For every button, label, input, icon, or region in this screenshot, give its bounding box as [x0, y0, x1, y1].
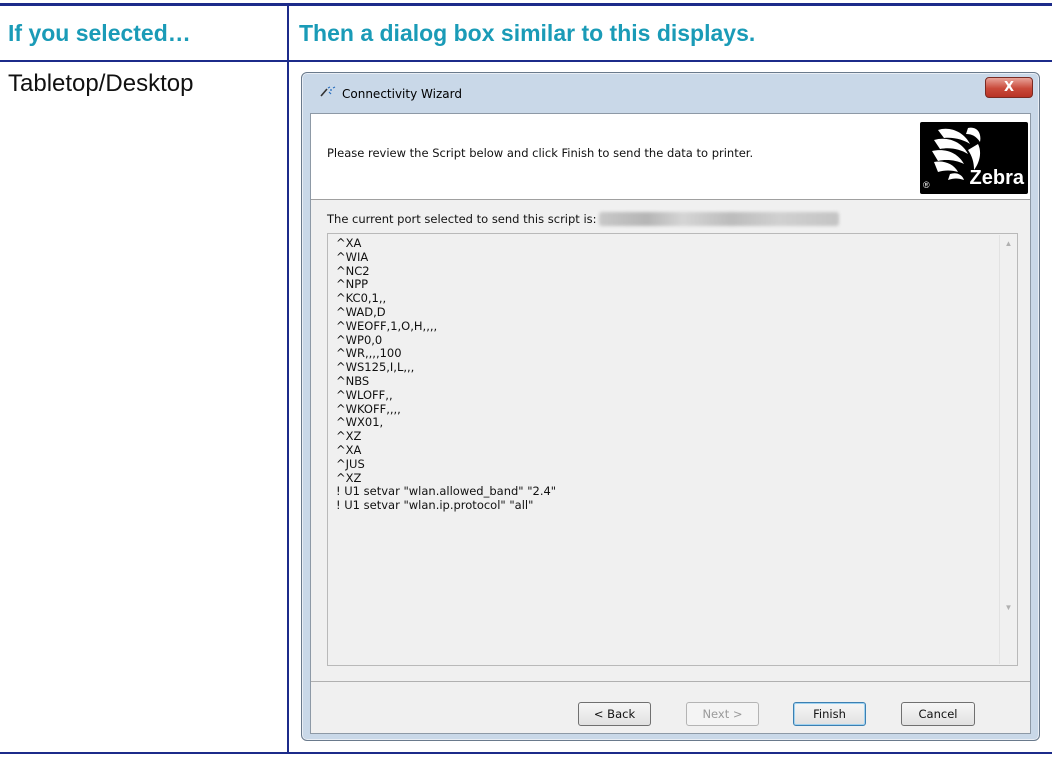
script-line: ^KC0,1,,	[336, 291, 387, 306]
finish-button[interactable]: Finish	[793, 702, 866, 726]
table-header-rule	[0, 60, 1052, 62]
close-button[interactable]: X	[985, 77, 1033, 98]
wizard-banner: Please review the Script below and click…	[311, 114, 1030, 200]
script-line: ^WLOFF,,	[336, 387, 393, 402]
script-line: ^WX01,	[336, 415, 384, 430]
document-table: If you selected… Then a dialog box simil…	[0, 0, 1052, 757]
script-line: ^WKOFF,,,,	[336, 401, 401, 416]
next-button[interactable]: Next >	[686, 702, 759, 726]
cancel-button[interactable]: Cancel	[901, 702, 975, 726]
script-lines: ^XA ^WIA ^NC2 ^NPP ^KC0,1,, ^WAD,D ^WEOFF,1,O,…	[336, 236, 557, 513]
window-title: Connectivity Wizard	[342, 87, 462, 101]
script-line: ! U1 setvar "wlan.allowed_band" "2.4"	[336, 484, 557, 499]
script-line: ^WAD,D	[336, 304, 386, 319]
registered-mark: ®	[923, 180, 930, 190]
script-text-area[interactable]: ^XA ^WIA ^NC2 ^NPP ^KC0,1,, ^WAD,D ^WEOFF,1,O,…	[327, 233, 1018, 666]
scroll-down-arrow-icon[interactable]: ▼	[1000, 603, 1017, 612]
script-line: ^WEOFF,1,O,H,,,,	[336, 318, 438, 333]
script-line: ^XZ	[336, 470, 362, 485]
script-scrollbar[interactable]: ▲ ▼	[999, 235, 1016, 664]
port-value-redacted	[599, 212, 839, 226]
script-line: ^WIA	[336, 249, 369, 264]
table-top-rule	[0, 3, 1052, 6]
script-line: ^XA	[336, 442, 362, 457]
footer-separator	[311, 681, 1030, 682]
script-line: ^WR,,,,100	[336, 346, 402, 361]
script-line: ^WP0,0	[336, 332, 383, 347]
connectivity-wizard-window: Connectivity Wizard X Please review the …	[301, 72, 1040, 741]
table-column-divider	[287, 6, 289, 752]
script-line: ^NBS	[336, 373, 370, 388]
back-button[interactable]: < Back	[578, 702, 651, 726]
instruction-text: Please review the Script below and click…	[327, 146, 754, 160]
window-titlebar[interactable]: Connectivity Wizard X	[302, 73, 1039, 113]
scroll-up-arrow-icon[interactable]: ▲	[1000, 239, 1017, 248]
zebra-logo: ® Zebra	[920, 122, 1028, 194]
script-line: ! U1 setvar "wlan.ip.protocol" "all"	[336, 498, 534, 513]
script-line: ^XA	[336, 236, 362, 250]
header-if-you-selected: If you selected…	[8, 20, 191, 46]
script-line: ^JUS	[336, 456, 365, 471]
zebra-logo-word: Zebra	[969, 167, 1024, 189]
row-label-tabletop-desktop: Tabletop/Desktop	[8, 70, 194, 97]
wizard-wand-icon	[320, 86, 336, 97]
script-line: ^WS125,I,L,,,	[336, 360, 415, 375]
script-line: ^NC2	[336, 263, 370, 278]
table-bottom-rule	[0, 752, 1052, 754]
script-line: ^XZ	[336, 429, 362, 444]
header-dialog-displays: Then a dialog box similar to this displa…	[299, 20, 756, 46]
port-label: The current port selected to send this s…	[327, 212, 597, 226]
script-line: ^NPP	[336, 277, 369, 292]
wizard-client-area: Please review the Script below and click…	[310, 113, 1031, 734]
